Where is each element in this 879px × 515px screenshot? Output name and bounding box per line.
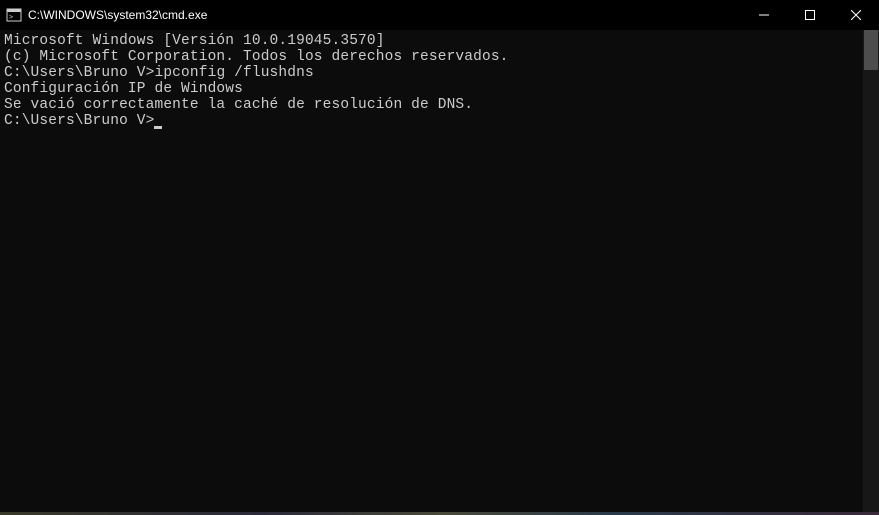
window-title: C:\WINDOWS\system32\cmd.exe xyxy=(28,8,207,22)
maximize-button[interactable] xyxy=(787,0,833,30)
scrollbar[interactable] xyxy=(863,30,879,512)
scrollbar-thumb[interactable] xyxy=(864,30,878,70)
svg-text:>_: >_ xyxy=(9,13,18,21)
close-button[interactable] xyxy=(833,0,879,30)
cmd-icon: >_ xyxy=(6,7,22,23)
prompt: C:\Users\Bruno V> xyxy=(4,113,154,129)
minimize-button[interactable] xyxy=(741,0,787,30)
command-text: ipconfig /flushdns xyxy=(154,65,313,81)
terminal-line: Microsoft Windows [Versión 10.0.19045.35… xyxy=(4,34,859,50)
terminal-line: (c) Microsoft Corporation. Todos los der… xyxy=(4,50,859,66)
prompt: C:\Users\Bruno V> xyxy=(4,65,154,81)
cursor xyxy=(154,126,162,129)
titlebar-left: >_ C:\WINDOWS\system32\cmd.exe xyxy=(6,7,207,23)
terminal-area[interactable]: Microsoft Windows [Versión 10.0.19045.35… xyxy=(0,30,879,512)
window-titlebar: >_ C:\WINDOWS\system32\cmd.exe xyxy=(0,0,879,30)
terminal-content[interactable]: Microsoft Windows [Versión 10.0.19045.35… xyxy=(0,30,863,512)
terminal-line: Se vació correctamente la caché de resol… xyxy=(4,98,859,114)
terminal-line: Configuración IP de Windows xyxy=(4,82,859,98)
terminal-line: C:\Users\Bruno V> xyxy=(4,114,859,130)
window-controls xyxy=(741,0,879,30)
terminal-line: C:\Users\Bruno V>ipconfig /flushdns xyxy=(4,66,859,82)
